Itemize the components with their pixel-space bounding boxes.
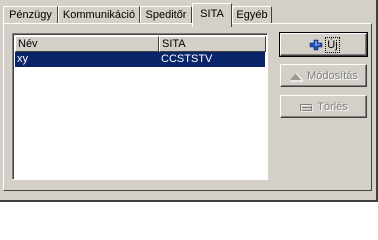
list-header: Név SITA [15,36,266,52]
tab-speditor[interactable]: Speditőr [140,6,192,24]
modify-button-label: Módosítás [307,69,358,82]
add-icon [309,39,323,51]
tab-egyeb[interactable]: Egyéb [232,6,272,24]
tab-sita[interactable]: SITA [192,3,232,27]
list-item[interactable]: xy CCSTSTV [15,52,265,67]
tab-penzugy[interactable]: Pénzügy [3,6,58,24]
tab-kommunikacio[interactable]: Kommunikáció [58,6,140,24]
dialog-frame: Pénzügy Kommunikáció Speditőr SITA Egyéb… [0,0,378,202]
eraser-icon [299,101,314,113]
tab-panel-sita: Név SITA xy CCSTSTV Új Módosítás Törlés [3,23,372,191]
column-header-sita[interactable]: SITA [159,36,266,52]
tab-strip: Pénzügy Kommunikáció Speditőr SITA Egyéb [3,3,375,27]
cell-nev: xy [17,53,28,65]
up-arrow-icon [289,70,305,82]
new-button[interactable]: Új [279,32,368,57]
new-button-label: Új [325,36,340,53]
sita-list[interactable]: Név SITA xy CCSTSTV [12,33,268,180]
column-header-nev[interactable]: Név [15,36,159,52]
delete-button[interactable]: Törlés [280,95,367,118]
modify-button[interactable]: Módosítás [280,64,367,87]
delete-button-label: Törlés [317,100,348,113]
cell-sita: CCSTSTV [161,53,213,65]
